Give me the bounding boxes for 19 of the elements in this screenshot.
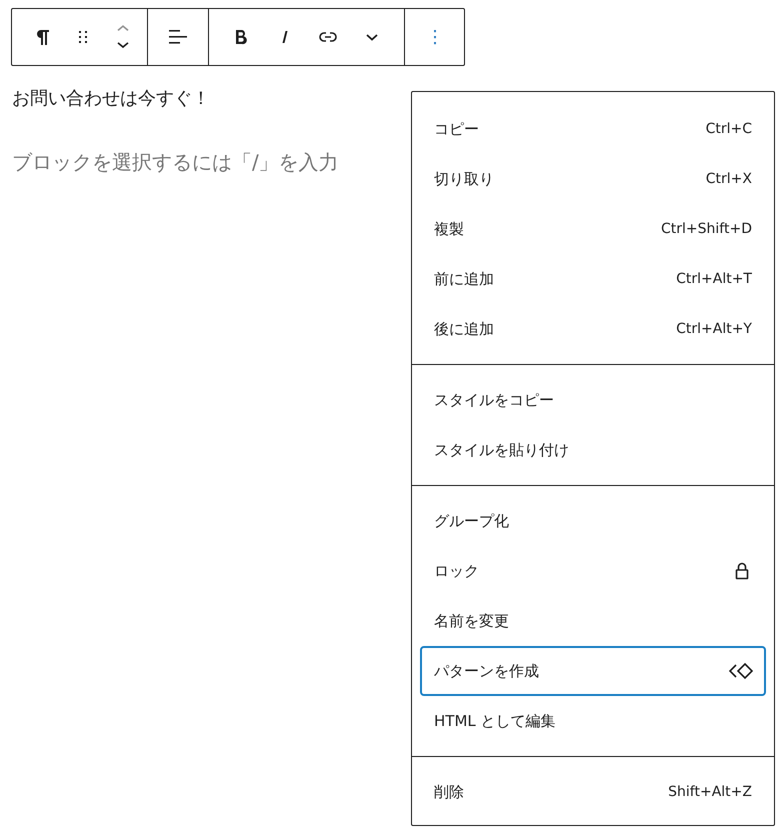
keyboard-shortcut: Shift+Alt+Z — [668, 784, 752, 800]
menu-item[interactable]: 削除 Shift+Alt+Z — [420, 767, 766, 817]
menu-item[interactable]: 名前を変更 — [420, 596, 766, 646]
keyboard-shortcut: Ctrl+Shift+D — [661, 221, 752, 237]
menu-item[interactable]: 切り取り Ctrl+X — [420, 154, 766, 204]
menu-item[interactable]: スタイルをコピー — [420, 375, 766, 425]
menu-item[interactable]: グループ化 — [420, 496, 766, 546]
keyboard-shortcut: Ctrl+C — [706, 121, 752, 137]
menu-item[interactable]: 後に追加 Ctrl+Alt+Y — [420, 304, 766, 354]
keyboard-shortcut: Ctrl+Alt+Y — [676, 321, 752, 337]
menu-item[interactable]: コピー Ctrl+C — [420, 104, 766, 154]
menu-item[interactable]: 前に追加 Ctrl+Alt+T — [420, 254, 766, 304]
keyboard-shortcut: Ctrl+X — [706, 171, 752, 187]
menu-item[interactable]: パターンを作成 — [420, 646, 766, 696]
menu-item[interactable]: スタイルを貼り付け — [420, 425, 766, 475]
keyboard-shortcut: Ctrl+Alt+T — [676, 271, 752, 287]
menu-item[interactable]: HTML として編集 — [420, 696, 766, 746]
menu-item[interactable]: ロック — [420, 546, 766, 596]
menu-item[interactable]: 複製 Ctrl+Shift+D — [420, 204, 766, 254]
